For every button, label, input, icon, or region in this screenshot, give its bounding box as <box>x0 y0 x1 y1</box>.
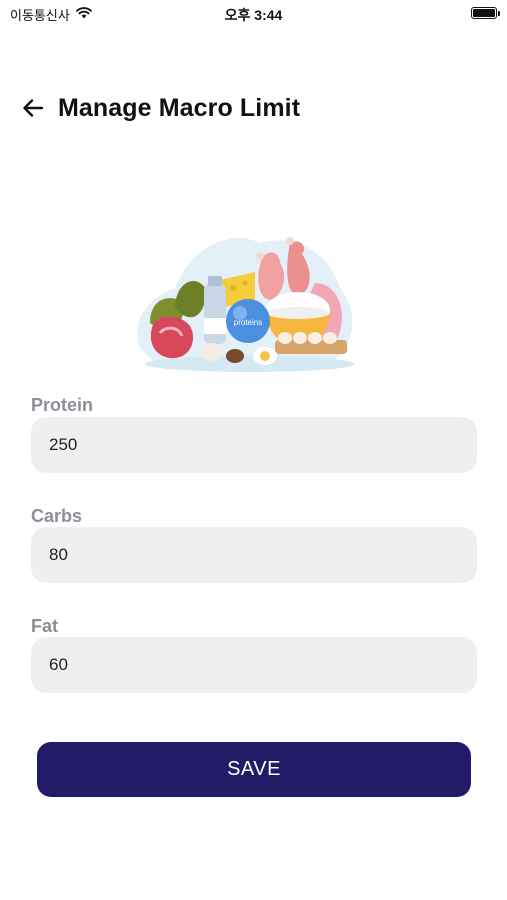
arrow-left-icon <box>23 99 44 117</box>
header: Manage Macro Limit <box>20 90 300 126</box>
food-illustration: proteins <box>137 237 355 372</box>
page-title: Manage Macro Limit <box>58 93 301 122</box>
carbs-label: Carbs <box>31 506 83 526</box>
battery-icon <box>471 7 500 19</box>
status-bar: 이동통신사 오후 3:44 <box>0 0 507 28</box>
protein-label: Protein <box>31 395 94 415</box>
status-time: 오후 3:44 <box>224 7 283 23</box>
fat-label: Fat <box>31 616 58 636</box>
fat-input[interactable] <box>31 637 477 693</box>
proteins-caption: proteins <box>234 318 262 327</box>
save-button[interactable]: SAVE <box>37 742 471 797</box>
carbs-input[interactable] <box>31 527 477 583</box>
protein-input[interactable] <box>31 417 477 473</box>
back-button[interactable] <box>20 95 46 121</box>
